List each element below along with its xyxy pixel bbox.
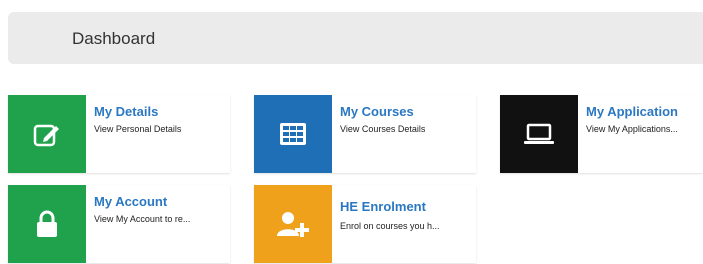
tile-description: Enrol on courses you h...	[340, 221, 440, 231]
tile-icon-bg	[8, 95, 86, 173]
dashboard-header: Dashboard	[8, 12, 703, 64]
tile-title[interactable]: My Application	[586, 104, 678, 119]
tile-icon-bg	[254, 185, 332, 263]
tile-title[interactable]: My Account	[94, 194, 167, 209]
tile-description: View Personal Details	[94, 124, 182, 134]
tile-description: View My Applications...	[586, 124, 678, 134]
laptop-icon	[524, 123, 554, 144]
lock-icon	[37, 210, 57, 237]
tile-title[interactable]: My Courses	[340, 104, 414, 119]
tile-icon-bg	[500, 95, 578, 173]
tile-icon-bg	[8, 185, 86, 263]
table-icon	[280, 123, 306, 145]
edit-icon	[33, 124, 59, 147]
page-title: Dashboard	[72, 29, 156, 48]
add-user-icon	[277, 212, 309, 237]
tile-description: View Courses Details	[340, 124, 426, 134]
tile-title[interactable]: HE Enrolment	[340, 199, 426, 214]
tile-my-courses[interactable]: My Courses View Courses Details	[254, 95, 476, 173]
tile-my-details[interactable]: My Details View Personal Details	[8, 95, 230, 173]
tile-my-application[interactable]: My Application View My Applications...	[500, 95, 703, 173]
tile-my-account[interactable]: My Account View My Account to re...	[8, 185, 230, 263]
tile-title[interactable]: My Details	[94, 104, 158, 119]
tile-description: View My Account to re...	[94, 214, 191, 224]
tile-he-enrolment[interactable]: HE Enrolment Enrol on courses you h...	[254, 185, 476, 263]
tile-icon-bg	[254, 95, 332, 173]
